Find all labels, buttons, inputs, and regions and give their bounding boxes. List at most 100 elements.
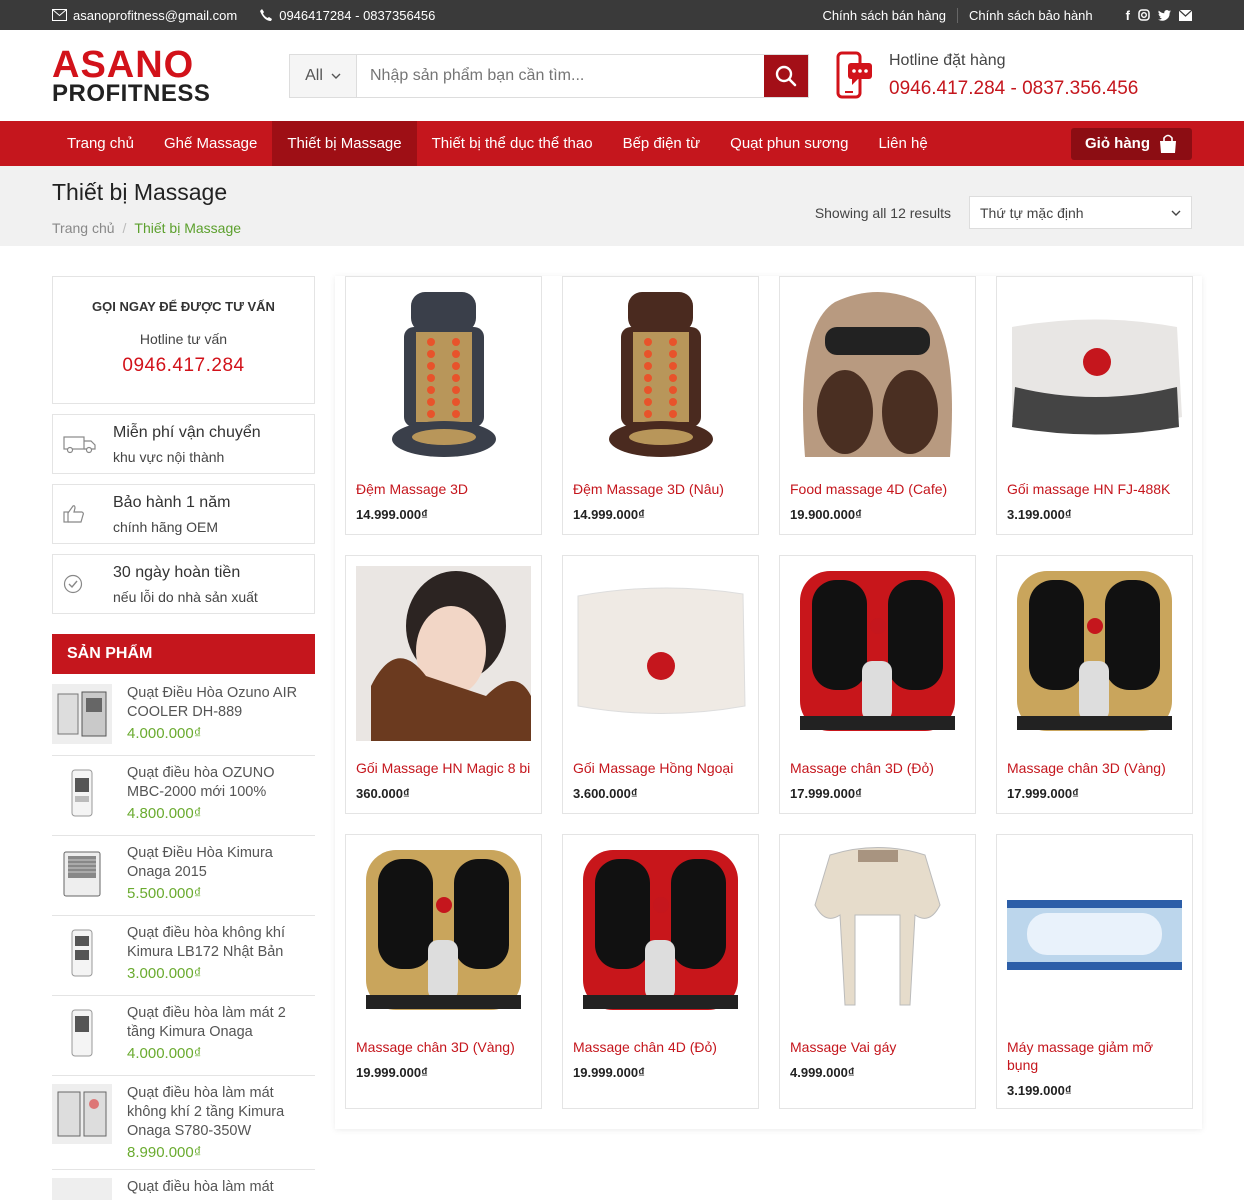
nav-massage-devices[interactable]: Thiết bị Massage [272,121,417,166]
product-name[interactable]: Massage Vai gáy [790,1038,965,1056]
nav-home[interactable]: Trang chủ [52,121,149,166]
sidebar-product-item[interactable]: Quạt điều hòa không khí Kimura LB172 Nhậ… [52,916,315,996]
product-name[interactable]: Máy massage giảm mỡ bụng [1007,1038,1182,1074]
feature-title: Miễn phí vận chuyển [113,423,261,441]
product-thumbnail[interactable] [52,684,112,744]
product-name[interactable]: Quạt điều hòa làm mát không khí 2 tầng K… [127,1084,315,1141]
facebook-icon[interactable]: f [1126,8,1130,23]
product-card[interactable]: Massage chân 3D (Vàng) 19.999.000₫ [345,834,542,1109]
product-image[interactable] [790,845,965,1020]
product-name[interactable]: Quạt Điều Hòa Kimura Onaga 2015 [127,844,315,882]
product-card[interactable]: Food massage 4D (Cafe) 19.900.000₫ [779,276,976,535]
feature-warranty: Bảo hành 1 năm chính hãng OEM [52,484,315,544]
product-grid: Đệm Massage 3D 14.999.000₫ Đệm Massage 3… [335,276,1202,1129]
sidebar-product-item[interactable]: Quạt Điều Hòa Kimura Onaga 2015 5.500.000… [52,836,315,916]
product-image[interactable] [573,566,748,741]
product-name[interactable]: Massage chân 3D (Vàng) [356,1038,531,1056]
nav-contact[interactable]: Liên hệ [863,121,942,166]
product-name[interactable]: Quạt điều hòa làm mát [127,1178,274,1197]
product-price: 19.999.000₫ [573,1065,645,1080]
product-card[interactable]: Đệm Massage 3D 14.999.000₫ [345,276,542,535]
product-card[interactable]: Gối Massage HN Magic 8 bi 360.000₫ [345,555,542,814]
product-image[interactable] [1007,845,1182,1020]
sort-value: Thứ tự mặc định [980,204,1084,221]
product-name[interactable]: Quạt điều hòa OZUNO MBC-2000 mới 100% [127,764,315,802]
breadcrumb-home[interactable]: Trang chủ [52,220,115,236]
product-image[interactable] [356,566,531,741]
sidebar-product-item[interactable]: Quạt điều hòa làm mát [52,1170,315,1200]
product-name[interactable]: Quạt điều hòa không khí Kimura LB172 Nhậ… [127,924,315,962]
product-card[interactable]: Massage Vai gáy 4.999.000₫ [779,834,976,1109]
product-price: 8.990.000₫ [127,1144,202,1161]
product-name[interactable]: Đệm Massage 3D [356,480,531,498]
thumbs-up-icon [63,505,84,523]
sidebar-product-item[interactable]: Quạt Điều Hòa Ozuno AIR COOLER DH-889 4.0… [52,676,315,756]
product-card[interactable]: Massage chân 3D (Đỏ) 17.999.000₫ [779,555,976,814]
product-price: 17.999.000₫ [1007,786,1079,801]
product-card[interactable]: Máy massage giảm mỡ bụng 3.199.000₫ [996,834,1193,1109]
result-count: Showing all 12 results [814,204,951,221]
sidebar-product-item[interactable]: Quạt điều hòa làm mát 2 tầng Kimura Onag… [52,996,315,1076]
product-price: 14.999.000₫ [356,507,428,522]
product-thumbnail[interactable] [52,1004,112,1064]
product-card[interactable]: Massage chân 4D (Đỏ) 19.999.000₫ [562,834,759,1109]
consult-phone[interactable]: 0946.417.284 [53,355,314,377]
sidebar-product-item[interactable]: Quạt điều hòa OZUNO MBC-2000 mới 100% 4.8… [52,756,315,836]
product-name[interactable]: Gối Massage Hồng Ngoại [573,759,748,777]
product-name[interactable]: Gối Massage HN Magic 8 bi [356,759,531,777]
search-category-value: All [305,66,323,84]
product-price: 14.999.000₫ [573,507,645,522]
nav-massage-chairs[interactable]: Ghế Massage [149,121,272,166]
product-name[interactable]: Gối massage HN FJ-488K [1007,480,1182,498]
search-input[interactable] [357,54,764,97]
nav-fitness-equipment[interactable]: Thiết bị thể dục thể thao [417,121,608,166]
sales-policy-link[interactable]: Chính sách bán hàng [811,8,957,23]
cart-button[interactable]: Giỏ hàng [1071,127,1192,160]
email-link[interactable]: asanoprofitness@gmail.com [52,8,237,23]
product-name[interactable]: Massage chân 3D (Đỏ) [790,759,965,777]
product-image[interactable] [573,287,748,462]
warranty-policy-link[interactable]: Chính sách bảo hành [957,7,1104,23]
product-price: 3.199.000₫ [1007,507,1072,522]
product-thumbnail[interactable] [52,844,112,904]
phone-text: 0946417284 - 0837356456 [279,7,436,23]
product-image[interactable] [356,287,531,462]
site-logo[interactable]: ASANO PROFITNESS [52,46,289,106]
product-card[interactable]: Đệm Massage 3D (Nâu) 14.999.000₫ [562,276,759,535]
product-name[interactable]: Đệm Massage 3D (Nâu) [573,480,748,498]
product-name[interactable]: Massage chân 3D (Vàng) [1007,759,1182,777]
product-image[interactable] [790,566,965,741]
search-category-select[interactable]: All [290,54,357,97]
product-thumbnail[interactable] [52,1084,112,1144]
feature-free-shipping: Miễn phí vận chuyển khu vực nội thành [52,414,315,474]
product-card[interactable]: Gối massage HN FJ-488K 3.199.000₫ [996,276,1193,535]
nav-mist-fans[interactable]: Quạt phun sương [715,121,863,166]
product-image[interactable] [1007,287,1182,462]
product-thumbnail[interactable] [52,764,112,824]
instagram-icon[interactable] [1138,9,1150,21]
sidebar-products-heading: SẢN PHẨM [52,634,315,674]
product-name[interactable]: Food massage 4D (Cafe) [790,480,965,498]
search-button[interactable] [764,54,808,97]
product-thumbnail[interactable] [52,1178,112,1200]
sort-select[interactable]: Thứ tự mặc định [969,196,1192,229]
sidebar-product-item[interactable]: Quạt điều hòa làm mát không khí 2 tầng K… [52,1076,315,1170]
sidebar: GỌI NGAY ĐỂ ĐƯỢC TƯ VẤN Hotline tư vấn 0… [52,276,315,1200]
envelope-icon[interactable] [1179,9,1192,21]
product-image[interactable] [573,845,748,1020]
product-name[interactable]: Quạt điều hòa làm mát 2 tầng Kimura Onag… [127,1004,315,1042]
chevron-down-icon [331,73,341,79]
twitter-icon[interactable] [1158,9,1171,21]
product-name[interactable]: Massage chân 4D (Đỏ) [573,1038,748,1056]
hotline-numbers[interactable]: 0946.417.284 - 0837.356.456 [889,78,1138,100]
product-image[interactable] [1007,566,1182,741]
phone-link[interactable]: 0946417284 - 0837356456 [259,8,435,23]
product-name[interactable]: Quạt Điều Hòa Ozuno AIR COOLER DH-889 [127,684,315,722]
feature-sub: khu vực nội thành [113,448,225,465]
nav-induction-cookers[interactable]: Bếp điện từ [608,121,716,166]
product-image[interactable] [356,845,531,1020]
product-thumbnail[interactable] [52,924,112,984]
product-card[interactable]: Massage chân 3D (Vàng) 17.999.000₫ [996,555,1193,814]
product-image[interactable] [790,287,965,462]
product-card[interactable]: Gối Massage Hồng Ngoại 3.600.000₫ [562,555,759,814]
